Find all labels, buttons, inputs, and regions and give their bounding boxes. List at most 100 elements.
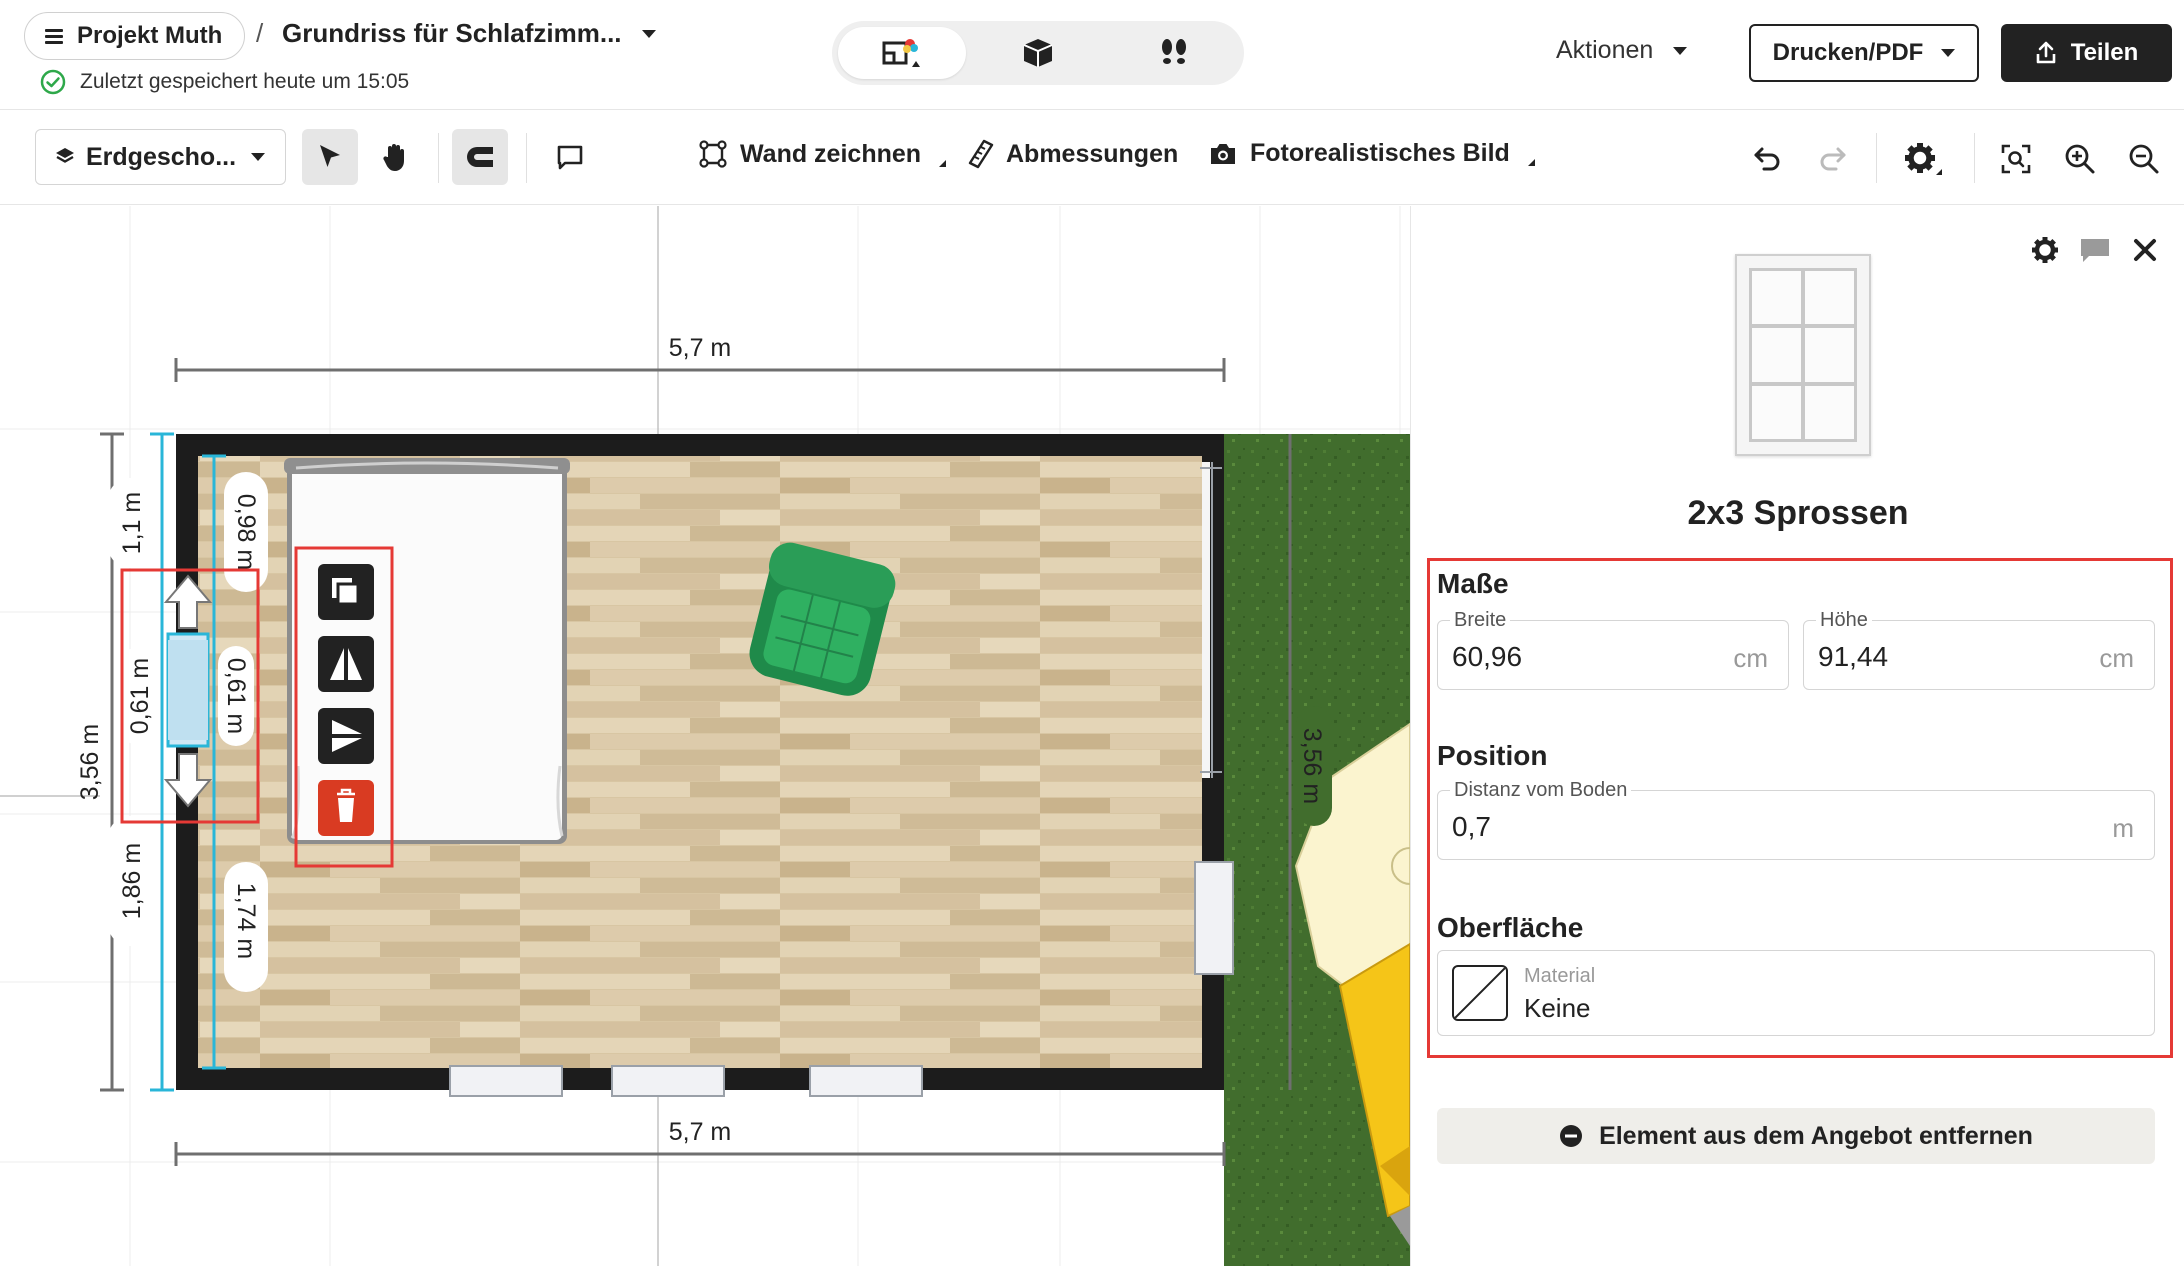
pan-tool-button[interactable] xyxy=(367,129,423,185)
comment-button[interactable] xyxy=(542,129,598,185)
hamburger-icon xyxy=(45,29,63,44)
chevron-down-icon xyxy=(1673,46,1688,55)
section-surface-title: Oberfläche xyxy=(1437,912,1584,943)
height-value[interactable]: 91,44 xyxy=(1818,641,1888,673)
share-button[interactable]: Teilen xyxy=(2001,24,2172,82)
draw-wall-label: Wand zeichnen xyxy=(740,139,922,168)
height-field[interactable]: Höhe 91,44 cm xyxy=(1803,609,2155,690)
hand-icon xyxy=(383,144,404,171)
magnet-snap-button[interactable] xyxy=(452,129,508,185)
document-title-dropdown[interactable]: Grundriss für Schlafzimm... xyxy=(282,18,656,49)
camera-icon xyxy=(1211,143,1235,164)
width-value[interactable]: 60,96 xyxy=(1452,641,1522,673)
gear-icon xyxy=(1905,143,1942,175)
print-pdf-button[interactable]: Drucken/PDF xyxy=(1749,24,1979,82)
floor-distance-value[interactable]: 0,7 xyxy=(1452,811,1491,843)
redo-button[interactable] xyxy=(1810,137,1854,181)
dim-label-left-mid: 0,61 m xyxy=(126,658,154,734)
redo-icon xyxy=(1820,147,1846,171)
dim-label-bottom: 5,7 m xyxy=(669,1118,732,1146)
properties-panel: 2x3 Sprossen Maße Breite 60,96 cm Höhe 9… xyxy=(1410,206,2184,1266)
zoom-in-button[interactable] xyxy=(2058,137,2102,181)
window-bottom-1[interactable] xyxy=(449,1065,563,1097)
select-tool-button[interactable] xyxy=(302,129,358,185)
remove-from-offer-button[interactable]: Element aus dem Angebot entfernen xyxy=(1437,1108,2155,1164)
view-2d-button[interactable] xyxy=(838,27,966,79)
remove-label: Element aus dem Angebot entfernen xyxy=(1599,1121,2033,1150)
save-status: Zuletzt gespeichert heute um 15:05 xyxy=(40,69,409,95)
floor-selector[interactable]: Erdgescho... xyxy=(35,129,286,185)
document-title: Grundriss für Schlafzimm... xyxy=(282,18,622,48)
comment-icon xyxy=(557,145,583,170)
view-3d-button[interactable] xyxy=(974,27,1102,79)
window-bottom-2[interactable] xyxy=(611,1065,725,1097)
actions-menu[interactable]: Aktionen xyxy=(1556,36,1688,65)
floor-distance-field[interactable]: Distanz vom Boden 0,7 m xyxy=(1437,779,2155,860)
floor-label: Erdgescho... xyxy=(86,142,237,171)
dim-label-inner-top: 0,98 m xyxy=(232,494,260,570)
dim-label-right-wall: 3,56 m xyxy=(1298,728,1326,804)
height-unit: cm xyxy=(2099,643,2134,673)
window-bottom-3[interactable] xyxy=(809,1065,923,1097)
view-walkthrough-button[interactable] xyxy=(1110,27,1238,79)
floor-plan-drawing: 5,7 m 5,7 m 3,56 m 1,1 m 0,61 m 1,86 m 0… xyxy=(0,206,1410,1266)
mirror-vertical-button[interactable] xyxy=(318,708,374,764)
no-material-icon xyxy=(1452,965,1508,1021)
material-label: Material xyxy=(1524,965,1596,987)
zoom-out-button[interactable] xyxy=(2122,137,2166,181)
draw-wall-button[interactable]: Wand zeichnen xyxy=(698,139,947,169)
material-value: Keine xyxy=(1524,993,1591,1023)
duplicate-button[interactable] xyxy=(318,564,374,620)
2d-plan-icon xyxy=(882,39,920,67)
photorealistic-label: Fotorealistisches Bild xyxy=(1250,139,1510,167)
toolbar-divider xyxy=(526,133,527,183)
dimensions-label: Abmessungen xyxy=(1006,139,1179,168)
material-selector[interactable]: Material Keine xyxy=(1437,950,2155,1036)
check-circle-icon xyxy=(40,69,66,95)
floor-plan-canvas[interactable]: 5,7 m 5,7 m 3,56 m 1,1 m 0,61 m 1,86 m 0… xyxy=(0,206,1410,1266)
cursor-arrow-icon xyxy=(320,145,340,167)
mirror-horizontal-button[interactable] xyxy=(318,636,374,692)
project-menu-button[interactable]: Projekt Muth xyxy=(24,12,246,60)
undo-icon xyxy=(1754,147,1780,171)
width-unit: cm xyxy=(1733,643,1768,673)
view-mode-toggle xyxy=(832,21,1244,85)
dim-label-top: 5,7 m xyxy=(669,334,732,362)
share-label: Teilen xyxy=(2070,39,2139,66)
window-right[interactable] xyxy=(1194,861,1234,975)
section-position-title: Position xyxy=(1437,740,1548,771)
zoom-fit-icon xyxy=(2001,144,2031,174)
dimensions-button[interactable]: Abmessungen xyxy=(968,139,1178,169)
close-icon xyxy=(2134,239,2156,261)
chevron-down-icon xyxy=(1941,49,1956,57)
zoom-fit-button[interactable] xyxy=(1994,137,2038,181)
chevron-down-icon xyxy=(251,153,265,161)
toolbar-divider xyxy=(438,133,439,183)
toolbar-divider xyxy=(1876,133,1877,183)
panel-comment-button[interactable] xyxy=(2077,232,2113,268)
width-label: Breite xyxy=(1450,609,1511,632)
actions-label: Aktionen xyxy=(1556,36,1654,64)
project-name: Projekt Muth xyxy=(77,22,223,49)
walkthrough-icon xyxy=(1162,39,1186,64)
section-dimensions-title: Maße xyxy=(1437,568,1509,599)
dim-label-left-bottom: 1,86 m xyxy=(118,843,146,919)
floor-distance-unit: m xyxy=(2112,813,2134,843)
gear-icon xyxy=(2032,237,2058,263)
panel-close-button[interactable] xyxy=(2127,232,2163,268)
corner-expand-icon xyxy=(939,159,947,167)
3d-box-icon xyxy=(1023,39,1053,67)
photorealistic-image-button[interactable]: Fotorealistisches Bild xyxy=(1208,139,1535,168)
dim-label-left-top: 1,1 m xyxy=(118,492,146,555)
wall-draw-icon xyxy=(699,140,727,168)
delete-button[interactable] xyxy=(318,780,374,836)
panel-settings-button[interactable] xyxy=(2027,232,2063,268)
share-icon xyxy=(2036,41,2056,64)
settings-button[interactable] xyxy=(1902,137,1946,181)
main-toolbar: Erdgescho... Wand zeichnen Abmessungen F… xyxy=(0,111,2184,205)
minus-circle-icon xyxy=(1560,1125,1583,1147)
height-label: Höhe xyxy=(1816,609,1872,632)
undo-button[interactable] xyxy=(1746,137,1790,181)
element-preview-image xyxy=(1735,254,1871,456)
width-field[interactable]: Breite 60,96 cm xyxy=(1437,609,1789,690)
